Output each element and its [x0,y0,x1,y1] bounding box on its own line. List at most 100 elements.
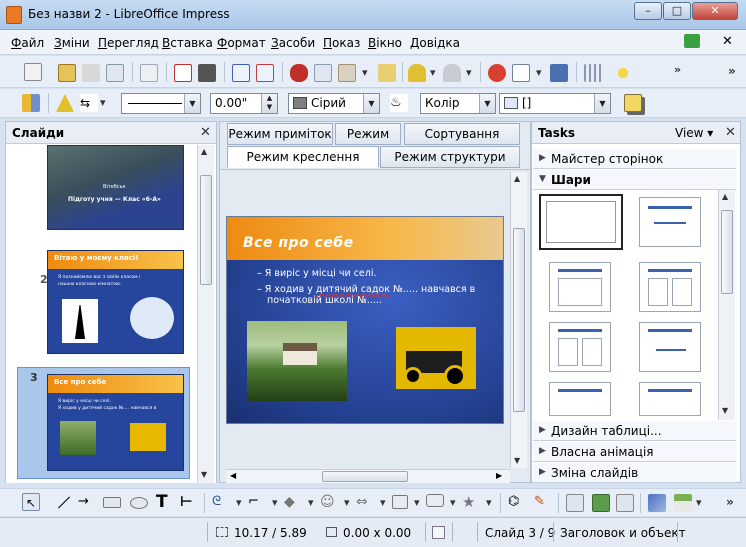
symbol-shapes-dropdown-icon[interactable]: ▾ [344,496,350,509]
vertical-text-tool-icon[interactable]: ⊢ [180,493,198,511]
line-color-select[interactable]: Сірий ▼ [288,93,380,114]
from-file-image-icon[interactable] [592,494,610,512]
drawing-overflow-icon[interactable]: » [726,495,734,509]
menu-insert[interactable]: Вставка [162,36,213,50]
edit-file-icon[interactable] [140,64,158,82]
area-style-dropdown-icon[interactable]: ▼ [479,94,495,113]
slides-pane-close-icon[interactable]: ✕ [200,125,211,140]
maximize-button[interactable]: □ [663,2,691,20]
line-width-spinner-icon[interactable]: ▲ ▼ [261,94,277,113]
arrow-style-icon[interactable]: ⇆ [80,94,98,112]
block-arrows-dropdown-icon[interactable]: ▾ [380,496,386,509]
cut-icon[interactable] [290,64,308,82]
callouts-icon[interactable] [426,494,444,507]
chart-icon[interactable] [488,64,506,82]
line-icon[interactable] [56,94,74,112]
menu-window[interactable]: Вікно [368,36,402,50]
navigator-star-icon[interactable] [614,64,632,82]
layouts-scrollbar[interactable]: ▲ ▼ [718,190,735,420]
select-arrow-icon[interactable]: ↖ [22,493,40,511]
export-pdf-icon[interactable] [174,64,192,82]
arrow-tool-icon[interactable]: → [78,493,96,511]
layout-row-5a[interactable] [549,382,611,416]
layout-centered-text[interactable] [639,322,701,372]
minimize-button[interactable]: – [634,2,662,20]
grid-icon[interactable] [584,64,602,82]
slide-bullet-2[interactable]: – Я ходив у дитячий садок №..... навчавс… [257,284,475,295]
line-style-select[interactable]: ▼ [121,93,201,114]
autospellcheck-icon[interactable] [256,64,274,82]
house-photo[interactable] [247,321,347,401]
task-custom-animation[interactable]: ▶ Власна анімація [533,442,736,462]
menu-slideshow[interactable]: Показ [323,36,360,50]
menu-file[interactable]: Файл [11,36,44,50]
align-dropdown-icon[interactable]: ▾ [696,496,702,509]
tractor-clipart[interactable] [396,327,476,389]
slide-canvas[interactable]: Все про себе – Я виріс у місці чи селі. … [226,216,504,424]
area-style-select[interactable]: Колір ▼ [420,93,496,114]
menu-format[interactable]: Формат [217,36,266,50]
slides-pane-scrollbar[interactable]: ▲ ▼ [197,145,214,483]
area-value-dropdown-icon[interactable]: ▼ [594,94,610,113]
slide-bullet-2-continued[interactable]: початковій школі №..... [267,295,382,306]
glue-points-icon[interactable]: ✎ [534,493,552,511]
stars-icon[interactable]: ★ [462,492,480,511]
area-fill-icon[interactable]: ♨ [390,94,408,112]
spellcheck-icon[interactable] [232,64,250,82]
slide-bullet-1[interactable]: – Я виріс у місці чи селі. [257,268,377,279]
connector-dropdown-icon[interactable]: ▾ [272,496,278,509]
style-catalog-icon[interactable] [22,94,40,112]
callouts-dropdown-icon[interactable]: ▾ [450,496,456,509]
tab-slide-sorter[interactable]: Сортування слайду [404,123,520,161]
undo-dropdown-icon[interactable]: ▾ [430,66,436,79]
line-style-dropdown-icon[interactable]: ▼ [184,94,200,113]
tab-outline[interactable]: Режим структури [380,146,520,168]
ellipse-tool-icon[interactable] [130,497,148,509]
paste-icon[interactable] [338,64,356,82]
toolbar-overflow-icon[interactable]: » [728,64,736,78]
flowchart-icon[interactable] [392,495,408,509]
copy-icon[interactable] [314,64,332,82]
layout-blank[interactable] [539,194,623,250]
new-document-icon[interactable] [24,63,42,81]
text-tool-icon[interactable]: T [156,492,174,512]
layout-title-two-box[interactable] [639,262,701,312]
save-icon[interactable] [82,64,100,82]
task-layouts[interactable]: ▼ Шари [533,170,736,190]
area-value-select[interactable]: [] ▼ [499,93,611,114]
basic-shapes-icon[interactable]: ◆ [284,493,302,511]
line-tool-icon[interactable] [54,493,72,511]
task-table-design[interactable]: ▶ Дизайн таблиці... [533,421,736,441]
menu-help[interactable]: Довідка [410,36,460,50]
connector-tool-icon[interactable]: ⌐ [248,493,266,511]
arrow-style-dropdown-icon[interactable]: ▾ [100,96,106,109]
table-dropdown-icon[interactable]: ▾ [536,66,542,79]
print-icon[interactable] [198,64,216,82]
display-grid-icon[interactable] [550,64,568,82]
block-arrows-icon[interactable]: ⇔ [356,493,374,511]
slide-thumbnail-2[interactable]: Вітаю у моєму класі! Я познайомлю вас з … [47,250,184,354]
rectangle-tool-icon[interactable] [103,497,121,508]
extrusion-icon[interactable] [648,494,666,512]
align-icon[interactable] [674,494,692,512]
layout-row-5b[interactable] [639,382,701,416]
undo-icon[interactable] [408,64,426,82]
points-icon[interactable]: ⌬ [508,493,526,511]
layout-title-content[interactable] [639,197,701,247]
basic-shapes-dropdown-icon[interactable]: ▾ [308,496,314,509]
table-icon[interactable] [512,64,530,82]
edit-hscroll-thumb[interactable] [322,471,408,482]
symbol-shapes-icon[interactable]: ☺ [320,493,338,511]
line-width-field[interactable]: 0.00" ▲ ▼ [210,93,278,114]
tasks-pane-close-icon[interactable]: ✕ [725,125,736,140]
close-window-button[interactable]: ✕ [692,2,738,20]
close-document-icon[interactable]: ✕ [722,34,733,49]
fontwork-icon[interactable] [566,494,584,512]
curve-tool-icon[interactable]: ᘓ [212,493,230,511]
edit-area-vertical-scrollbar[interactable]: ▲ ▼ [510,172,527,468]
menu-view[interactable]: Перегляд [98,36,159,50]
line-color-dropdown-icon[interactable]: ▼ [363,94,379,113]
redo-dropdown-icon[interactable]: ▾ [466,66,472,79]
layout-title-only[interactable] [549,322,611,372]
layout-title-box[interactable] [549,262,611,312]
